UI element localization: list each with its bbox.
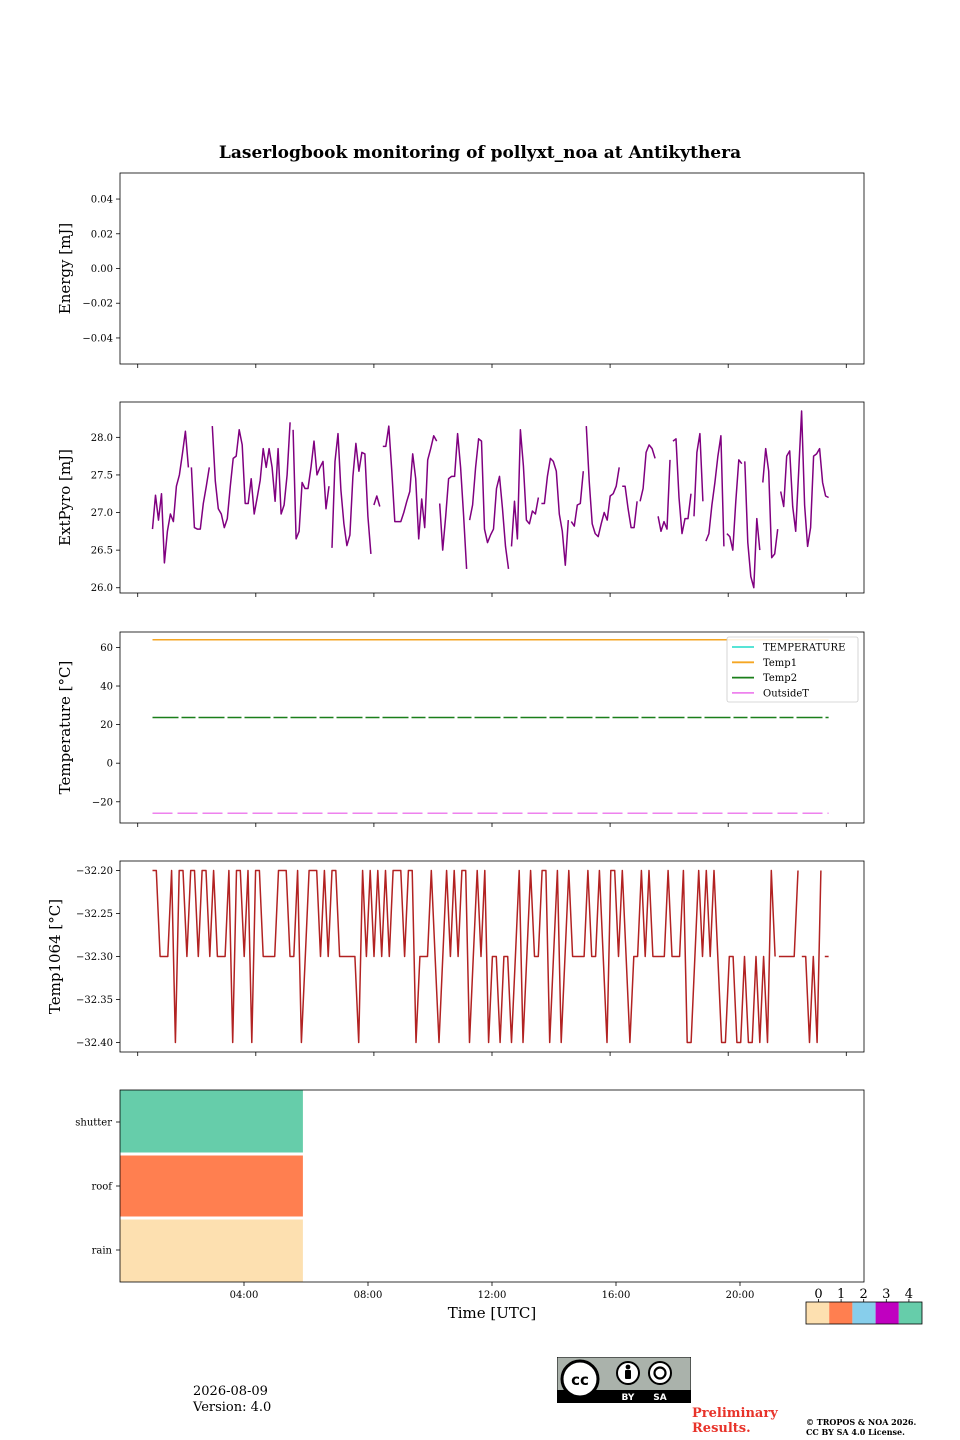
row-label-roof: roof bbox=[91, 1182, 113, 1193]
legend-label: Temp2 bbox=[763, 673, 797, 684]
sa-share-alike-icon bbox=[648, 1361, 672, 1385]
x-tick-label: 16:00 bbox=[602, 1290, 631, 1301]
legend: TEMPERATURE Temp1 Temp2 OutsideT bbox=[726, 636, 859, 703]
y-tick-label: 26.5 bbox=[91, 546, 113, 557]
figure: Laserlogbook monitoring of pollyxt_noa a… bbox=[46, 143, 923, 1325]
colorbar-swatch-4 bbox=[898, 1302, 922, 1324]
colorbar-label: 3 bbox=[882, 1287, 890, 1302]
x-tick-label: 08:00 bbox=[354, 1290, 383, 1301]
copyright-line1: © TROPOS & NOA 2026. bbox=[806, 1417, 917, 1427]
colorbar-label: 4 bbox=[905, 1287, 913, 1302]
x-axis-label: Time [UTC] bbox=[448, 1304, 537, 1322]
y-tick-label: −32.30 bbox=[76, 952, 113, 963]
y-tick-label: 27.5 bbox=[91, 470, 113, 481]
copyright-note: © TROPOS & NOA 2026. CC BY SA 4.0 Licens… bbox=[806, 1417, 916, 1437]
temp1064-series-line bbox=[152, 869, 829, 1044]
y-tick-label: 0.02 bbox=[91, 229, 113, 240]
status-cell-roof bbox=[120, 1155, 303, 1217]
x-tick-label: 20:00 bbox=[726, 1290, 755, 1301]
panel-1-frame bbox=[119, 401, 865, 594]
y-tick-label: 0 bbox=[107, 759, 113, 770]
y-tick-label: 27.0 bbox=[91, 508, 113, 519]
panels: 0.04 0.02 0.00 −0.02 −0.04 Energy [mJ] 26.0 26.… bbox=[46, 172, 923, 1325]
colorbar-label: 1 bbox=[837, 1287, 845, 1302]
colorbar-label: 2 bbox=[860, 1287, 868, 1302]
preliminary-line2: Results. bbox=[692, 1421, 751, 1436]
cc-by-sa-license-badge: cc BY SA bbox=[557, 1357, 691, 1403]
footer-meta: 2026-08-09 Version: 4.0 bbox=[193, 1384, 271, 1416]
y-tick-label: −32.25 bbox=[76, 909, 113, 920]
colorbar-label: 0 bbox=[814, 1287, 822, 1302]
copyright-line2: CC BY SA 4.0 License. bbox=[806, 1427, 905, 1437]
license-sa-label: SA bbox=[653, 1393, 666, 1403]
y-tick-label: 60 bbox=[100, 643, 113, 654]
legend-label: TEMPERATURE bbox=[763, 643, 845, 654]
status-cell-rain bbox=[120, 1219, 303, 1282]
y-tick-label: 40 bbox=[100, 682, 113, 693]
x-tick-label: 12:00 bbox=[478, 1290, 507, 1301]
extpyro-series-line bbox=[151, 410, 829, 589]
preliminary-results-note: Preliminary Results. bbox=[692, 1406, 778, 1436]
y-tick-label: 26.0 bbox=[91, 583, 113, 594]
y-axis-label: Temperature [°C] bbox=[56, 661, 74, 795]
legend-label: Temp1 bbox=[763, 658, 797, 669]
y-axis-label: ExtPyro [mJ] bbox=[56, 449, 74, 546]
y-tick-label: 28.0 bbox=[91, 433, 113, 444]
y-tick-label: −0.02 bbox=[82, 299, 113, 310]
colorbar-swatch-1 bbox=[829, 1302, 853, 1324]
y-tick-label: −20 bbox=[92, 797, 113, 808]
y-tick-label: 0.00 bbox=[91, 264, 113, 275]
y-tick-label: 0.04 bbox=[91, 195, 113, 206]
y-tick-label: −32.20 bbox=[76, 866, 113, 877]
y-tick-label: −0.04 bbox=[82, 333, 113, 344]
colorbar-swatch-3 bbox=[875, 1302, 899, 1324]
footer-date: 2026-08-09 bbox=[193, 1384, 268, 1399]
row-label-shutter: shutter bbox=[75, 1118, 112, 1129]
y-axis-label: Temp1064 [°C] bbox=[46, 899, 64, 1014]
preliminary-line1: Preliminary bbox=[692, 1406, 778, 1421]
y-tick-label: 20 bbox=[100, 720, 113, 731]
x-tick-label: 04:00 bbox=[230, 1290, 259, 1301]
license-by-label: BY bbox=[622, 1393, 635, 1403]
svg-text:cc: cc bbox=[571, 1371, 589, 1389]
status-cell-shutter bbox=[120, 1090, 303, 1153]
colorbar-swatch-2 bbox=[852, 1302, 876, 1324]
legend-label: OutsideT bbox=[763, 688, 809, 699]
y-tick-label: −32.35 bbox=[76, 995, 113, 1006]
y-axis-label: Energy [mJ] bbox=[56, 223, 74, 314]
row-label-rain: rain bbox=[92, 1246, 113, 1257]
chart-title: Laserlogbook monitoring of pollyxt_noa a… bbox=[219, 143, 741, 163]
y-tick-label: −32.40 bbox=[76, 1038, 113, 1049]
footer-version: Version: 4.0 bbox=[193, 1400, 272, 1415]
panel-0-frame bbox=[119, 172, 865, 365]
colorbar-swatch-0 bbox=[806, 1302, 830, 1324]
